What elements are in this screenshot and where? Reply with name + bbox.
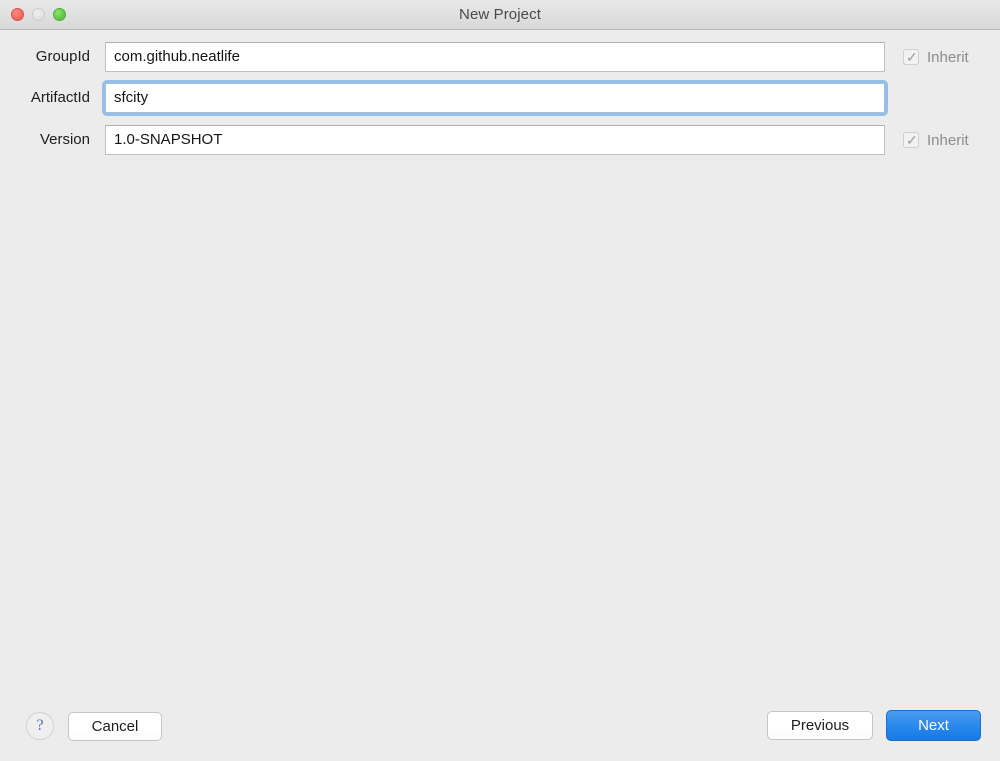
checkbox-box: ✓ xyxy=(903,49,919,65)
next-button[interactable]: Next xyxy=(886,710,981,741)
form-row-artifactid: ArtifactId sfcity xyxy=(0,80,1000,116)
groupid-inherit-checkbox: ✓ Inherit xyxy=(903,42,969,72)
help-icon[interactable]: ? xyxy=(26,712,54,740)
form-row-groupid: GroupId com.github.neatlife ✓ Inherit xyxy=(0,42,1000,72)
checkbox-box: ✓ xyxy=(903,132,919,148)
groupid-input[interactable]: com.github.neatlife xyxy=(105,42,885,72)
artifactid-field-wrapper: sfcity xyxy=(102,80,894,122)
previous-button[interactable]: Previous xyxy=(767,711,873,740)
cancel-button[interactable]: Cancel xyxy=(68,712,162,741)
new-project-dialog: New Project GroupId com.github.neatlife … xyxy=(0,0,1000,761)
version-label: Version xyxy=(39,131,90,148)
check-icon: ✓ xyxy=(906,49,918,65)
groupid-inherit-label: Inherit xyxy=(927,48,969,66)
window-title: New Project xyxy=(459,6,541,23)
version-field-wrapper: 1.0-SNAPSHOT xyxy=(105,125,885,155)
version-inherit-checkbox: ✓ Inherit xyxy=(903,125,969,155)
artifactid-input[interactable]: sfcity xyxy=(105,83,885,113)
version-input[interactable]: 1.0-SNAPSHOT xyxy=(105,125,885,155)
version-inherit-label: Inherit xyxy=(927,131,969,149)
artifactid-label: ArtifactId xyxy=(30,89,90,106)
groupid-label: GroupId xyxy=(35,48,90,65)
groupid-field-wrapper: com.github.neatlife xyxy=(105,42,885,72)
title-bar: New Project xyxy=(0,0,1000,30)
check-icon: ✓ xyxy=(906,132,918,148)
form-row-version: Version 1.0-SNAPSHOT ✓ Inherit xyxy=(0,125,1000,155)
